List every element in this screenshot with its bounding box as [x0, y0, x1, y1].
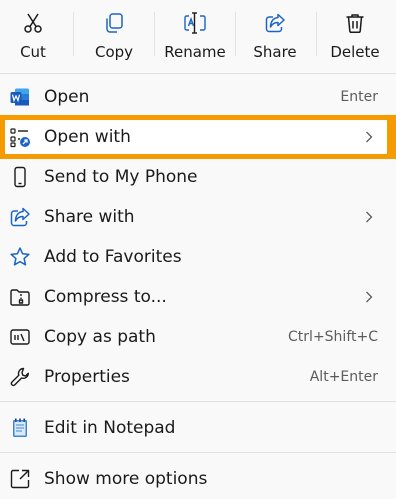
- zip-folder-icon: [8, 285, 32, 309]
- share-icon: [8, 205, 32, 229]
- menu-item-shortcut: Enter: [340, 89, 378, 105]
- trash-icon: [343, 11, 367, 35]
- chevron-right-icon: [366, 131, 373, 143]
- menu-item-label: Properties: [44, 367, 130, 387]
- chevron-right-icon: [366, 211, 373, 223]
- rename-button[interactable]: Rename: [156, 0, 234, 72]
- star-icon: [8, 245, 32, 269]
- menu-item-shortcut: Ctrl+Shift+C: [288, 329, 378, 345]
- quick-actions-toolbar: Cut Copy Rename Share Delete: [0, 0, 396, 72]
- menu-item-send-to-my-phone[interactable]: Send to My Phone: [0, 157, 396, 197]
- menu-item-label: Compress to...: [44, 287, 167, 307]
- share-icon: [263, 11, 287, 35]
- menu-item-label: Share with: [44, 207, 135, 227]
- delete-button[interactable]: Delete: [316, 0, 394, 72]
- menu-item-label: Send to My Phone: [44, 167, 198, 187]
- delete-label: Delete: [330, 43, 380, 61]
- menu-item-properties[interactable]: Properties Alt+Enter: [0, 357, 396, 397]
- copy-icon: [102, 11, 126, 35]
- scissors-icon: [21, 11, 45, 35]
- phone-icon: [8, 165, 32, 189]
- menu-item-label: Open with: [44, 127, 131, 147]
- open-with-icon: [8, 125, 32, 149]
- menu-item-share-with[interactable]: Share with: [0, 197, 396, 237]
- menu-item-show-more-options[interactable]: Show more options: [0, 459, 396, 499]
- share-label: Share: [253, 43, 297, 61]
- cut-button[interactable]: Cut: [0, 0, 72, 72]
- share-button[interactable]: Share: [236, 0, 314, 72]
- wrench-icon: [8, 365, 32, 389]
- menu-item-label: Add to Favorites: [44, 247, 182, 267]
- menu-separator: [0, 452, 396, 453]
- menu-item-label: Copy as path: [44, 327, 156, 347]
- copy-label: Copy: [94, 43, 134, 61]
- chevron-right-icon: [366, 291, 373, 303]
- menu-item-label: Show more options: [44, 469, 208, 489]
- menu-item-edit-in-notepad[interactable]: Edit in Notepad: [0, 408, 396, 448]
- menu-item-label: Open: [44, 87, 90, 107]
- menu-item-copy-as-path[interactable]: Copy as path Ctrl+Shift+C: [0, 317, 396, 357]
- menu-separator: [0, 401, 396, 402]
- menu-item-add-to-favorites[interactable]: Add to Favorites: [0, 237, 396, 277]
- copy-button[interactable]: Copy: [75, 0, 153, 72]
- menu-item-compress-to[interactable]: Compress to...: [0, 277, 396, 317]
- menu-item-shortcut: Alt+Enter: [309, 369, 378, 385]
- toolbar-divider: [73, 12, 74, 56]
- toolbar-divider: [154, 12, 155, 56]
- toolbar-separator: [0, 73, 396, 74]
- word-document-icon: [8, 85, 32, 109]
- rename-icon: [183, 11, 207, 35]
- menu-item-open[interactable]: Open Enter: [0, 77, 396, 117]
- copy-path-icon: [8, 325, 32, 349]
- notepad-icon: [8, 416, 32, 440]
- rename-label: Rename: [164, 43, 226, 61]
- cut-label: Cut: [20, 43, 46, 61]
- show-more-options-icon: [8, 467, 32, 491]
- menu-item-open-with[interactable]: Open with: [0, 117, 396, 157]
- context-menu: Cut Copy Rename Share Delete Open Enter …: [0, 0, 396, 496]
- menu-item-label: Edit in Notepad: [44, 418, 176, 438]
